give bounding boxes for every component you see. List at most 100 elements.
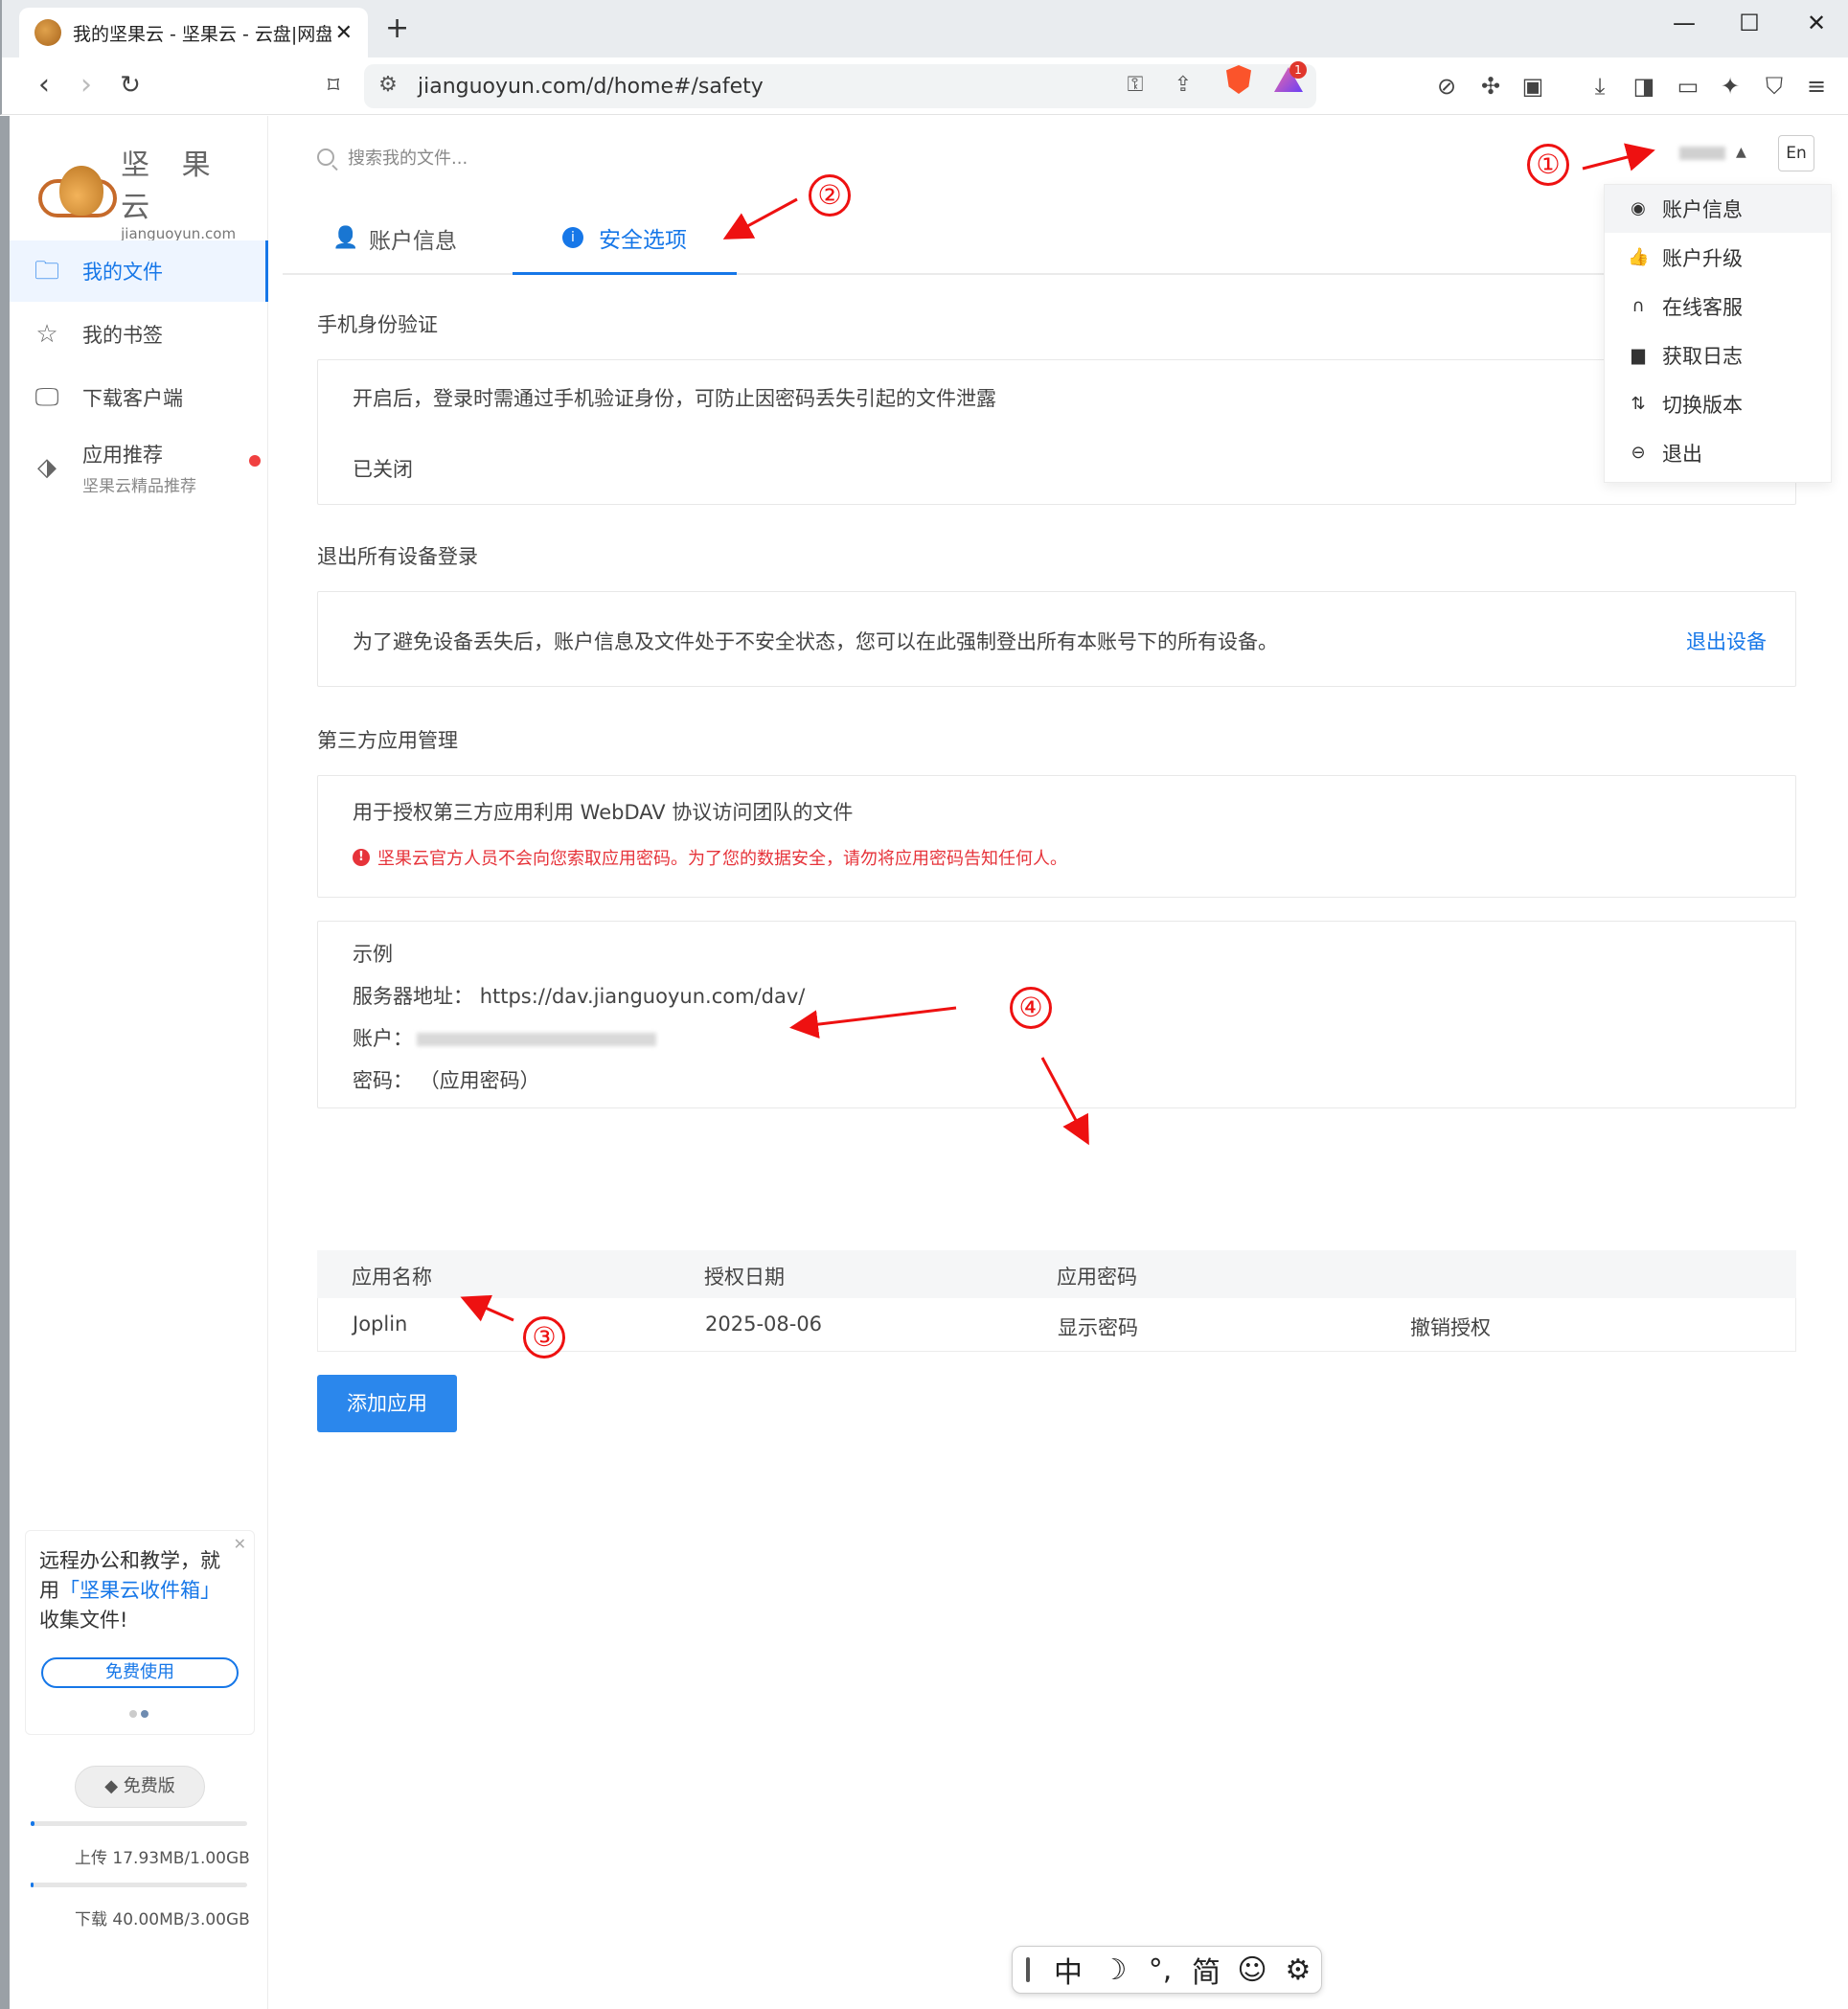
plan-badge[interactable]: ◆ 免费版: [75, 1766, 205, 1808]
menu-icon[interactable]: ≡: [1801, 72, 1832, 103]
back-icon[interactable]: ‹: [27, 69, 61, 103]
info-icon: i: [562, 226, 583, 248]
window-close-icon[interactable]: ✕: [1797, 10, 1836, 36]
sidebar: 坚 果 云 jianguoyun.com 🗀 我的文件 ☆ 我的书签 🖵 下载客…: [10, 116, 268, 2009]
vpn-icon[interactable]: ⛉: [1759, 72, 1790, 103]
sidebar-toggle-icon[interactable]: ◨: [1629, 72, 1659, 103]
warning-message: ! 坚果云官方人员不会向您索取应用密码。为了您的数据安全，请勿将应用密码告知任何…: [353, 845, 1067, 870]
tab-title: 我的坚果云 - 坚果云 - 云盘|网盘: [73, 23, 331, 45]
ime-mode-button[interactable]: 中: [1045, 1949, 1091, 1991]
sidebar-item-download-client[interactable]: 🖵 下载客户端: [10, 367, 268, 428]
star-icon: ☆: [35, 320, 58, 349]
tab-close-icon[interactable]: ✕: [335, 21, 353, 45]
sidebar-item-bookmarks[interactable]: ☆ 我的书签: [10, 304, 268, 365]
annotation-4: ④: [1010, 987, 1052, 1029]
sidebar-item-label: 下载客户端: [82, 387, 183, 410]
sidebar-item-label: 我的书签: [82, 324, 163, 347]
upload-quota-text: 上传 17.93MB/1.00GB: [75, 1849, 250, 1868]
leo-ai-icon[interactable]: ✦: [1715, 72, 1745, 103]
new-tab-icon[interactable]: +: [385, 11, 409, 45]
tab-security-options[interactable]: i 安全选项: [513, 202, 737, 275]
site-settings-icon[interactable]: ⚙: [374, 73, 402, 100]
revoke-auth-link[interactable]: 撤销授权: [1410, 1313, 1491, 1341]
plan-label: 免费版: [123, 1776, 175, 1796]
ime-drag-handle[interactable]: [1026, 1957, 1030, 1982]
show-password-link[interactable]: 显示密码: [1058, 1313, 1138, 1341]
menu-item-upgrade[interactable]: 👍 账户升级: [1605, 234, 1831, 282]
apps-table-header: 应用名称 授权日期 应用密码: [317, 1250, 1796, 1298]
sidebar-item-my-files[interactable]: 🗀 我的文件: [10, 240, 268, 302]
sidebar-item-app-recommend[interactable]: ⬗ 应用推荐 坚果云精品推荐: [10, 432, 268, 503]
browser-tab[interactable]: 我的坚果云 - 坚果云 - 云盘|网盘 ✕: [19, 8, 368, 57]
search-input[interactable]: 搜索我的文件...: [317, 145, 468, 170]
menu-item-label: 账户信息: [1662, 198, 1743, 221]
promo-highlight-link[interactable]: 「坚果云收件箱」: [59, 1579, 220, 1602]
logout-devices-box: 为了避免设备丢失后，账户信息及文件处于不安全状态，您可以在此强制登出所有本账号下…: [317, 591, 1796, 687]
search-icon: [317, 148, 334, 166]
logout-devices-link[interactable]: 退出设备: [1686, 627, 1767, 655]
server-address-row: 服务器地址： https://dav.jianguoyun.com/dav/: [353, 981, 805, 1010]
ime-script-button[interactable]: 简: [1183, 1949, 1229, 1991]
forward-icon[interactable]: ›: [69, 69, 103, 103]
reload-icon[interactable]: ↻: [113, 69, 148, 103]
annotation-1: ①: [1527, 144, 1569, 186]
address-bar[interactable]: ⚙ jianguoyun.com/d/home#/safety ⚿ ⇪: [364, 64, 1316, 108]
add-app-button[interactable]: 添加应用: [317, 1375, 457, 1432]
auth-date: 2025-08-06: [705, 1313, 823, 1336]
logo-cn: 坚 果 云: [121, 148, 222, 224]
caret-up-icon[interactable]: ▲: [1736, 145, 1746, 160]
upload-quota-bar: [31, 1821, 247, 1826]
webdav-example-box: 示例 服务器地址： https://dav.jianguoyun.com/dav…: [317, 921, 1796, 1108]
user-icon: 👤: [332, 226, 359, 250]
sidebar-item-sublabel: 坚果云精品推荐: [82, 476, 196, 496]
menu-item-support[interactable]: ∩ 在线客服: [1605, 283, 1831, 331]
annotation-3: ③: [523, 1316, 565, 1358]
extensions-icon[interactable]: ✣: [1475, 72, 1506, 103]
carousel-dots[interactable]: [129, 1703, 152, 1722]
notification-dot: [249, 455, 261, 467]
download-icon[interactable]: ⤓: [1585, 72, 1615, 103]
thumbs-up-icon: 👍: [1628, 247, 1650, 267]
promo-close-icon[interactable]: ✕: [234, 1535, 246, 1553]
sidebar-item-label: 我的文件: [82, 261, 163, 284]
account-row: 账户：: [353, 1023, 656, 1052]
menu-item-account-info[interactable]: ◉ 账户信息: [1605, 185, 1831, 233]
emoji-icon[interactable]: ☺: [1229, 1953, 1275, 1987]
language-button[interactable]: En: [1778, 135, 1814, 171]
monitor-icon: 🖵: [34, 383, 59, 412]
tab-label: 账户信息: [369, 229, 457, 254]
top-bar: 搜索我的文件... ▲ En: [269, 116, 1848, 188]
tab-label: 安全选项: [599, 227, 687, 253]
promo-line2: 用: [39, 1579, 59, 1602]
translate-icon[interactable]: ⊘: [1431, 72, 1462, 103]
browser-tabstrip: 我的坚果云 - 坚果云 - 云盘|网盘 ✕ + — ☐ ✕: [0, 0, 1848, 57]
folder-icon: 🗀: [34, 257, 59, 285]
account-value-blurred: [417, 1033, 656, 1046]
free-use-button[interactable]: 免费使用: [41, 1657, 239, 1688]
thirdparty-desc: 用于授权第三方应用利用 WebDAV 协议访问团队的文件: [353, 801, 854, 824]
header-auth-date: 授权日期: [704, 1266, 785, 1289]
section-title-thirdparty: 第三方应用管理: [317, 729, 458, 752]
minimize-icon[interactable]: —: [1665, 10, 1703, 36]
share-icon[interactable]: ⇪: [1169, 73, 1198, 100]
bookmark-icon[interactable]: ⌑: [316, 69, 351, 103]
reader-mode-icon[interactable]: ▣: [1517, 72, 1548, 103]
password-value: （应用密码）: [419, 1069, 540, 1092]
wallet-icon[interactable]: ▭: [1673, 72, 1703, 103]
menu-item-logout[interactable]: ⊖ 退出: [1605, 429, 1831, 477]
logo[interactable]: 坚 果 云 jianguoyun.com: [38, 141, 267, 242]
maximize-icon[interactable]: ☐: [1730, 10, 1768, 36]
punctuation-icon[interactable]: °,: [1137, 1953, 1183, 1987]
tab-account-info[interactable]: 👤 账户信息: [332, 202, 457, 275]
password-label: 密码：: [353, 1069, 413, 1092]
acorn-logo-icon: [38, 162, 117, 221]
menu-item-switch-version[interactable]: ⇅ 切换版本: [1605, 380, 1831, 428]
gear-icon[interactable]: ⚙: [1275, 1953, 1321, 1987]
menu-item-logs[interactable]: ▆ 获取日志: [1605, 331, 1831, 379]
user-name-blurred[interactable]: [1679, 147, 1725, 160]
moon-icon[interactable]: ☽: [1091, 1953, 1137, 1987]
server-value: https://dav.jianguoyun.com/dav/: [479, 985, 806, 1008]
key-icon[interactable]: ⚿: [1121, 73, 1150, 100]
rewards-badge: 1: [1289, 61, 1307, 79]
user-circle-icon: ◉: [1631, 198, 1646, 218]
